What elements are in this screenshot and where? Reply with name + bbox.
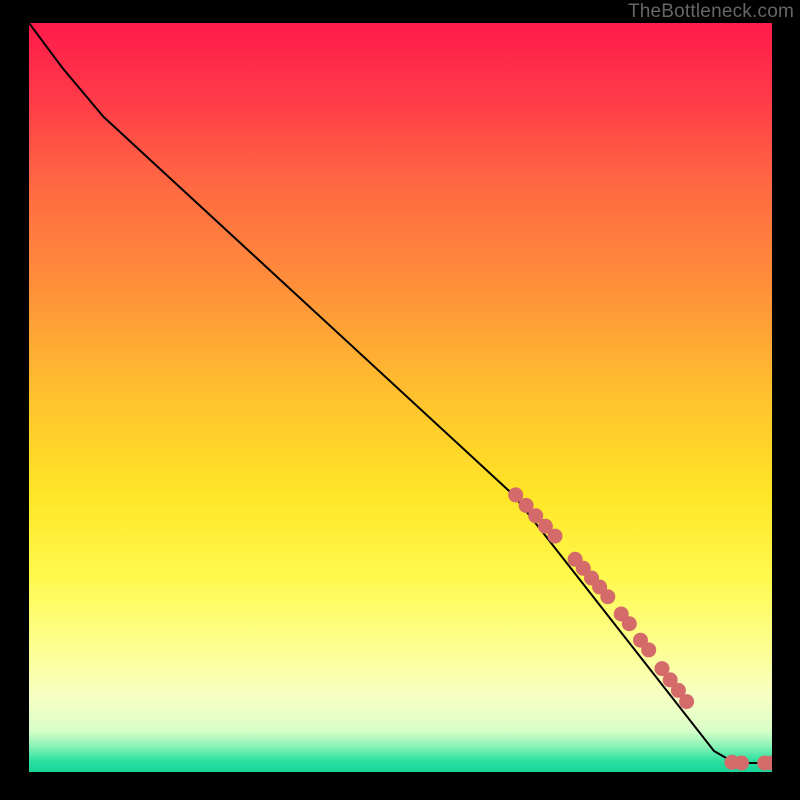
chart-plot [29, 23, 772, 772]
chart-frame [29, 23, 772, 772]
chart-marker [622, 616, 637, 631]
chart-marker [641, 642, 656, 657]
chart-marker [600, 589, 615, 604]
watermark-text: TheBottleneck.com [628, 1, 794, 23]
chart-curve [29, 23, 772, 763]
chart-marker [679, 694, 694, 709]
chart-marker [548, 529, 563, 544]
chart-markers [508, 487, 772, 770]
chart-marker [734, 756, 749, 771]
